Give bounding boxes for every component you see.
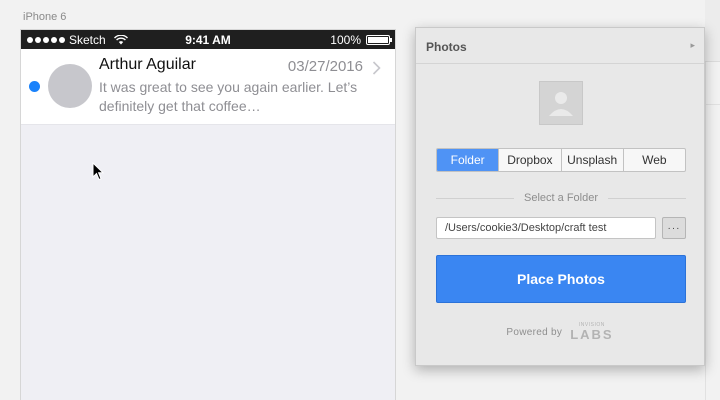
- tab-folder[interactable]: Folder: [437, 149, 500, 171]
- status-bar: Sketch 9:41 AM 100%: [21, 30, 395, 49]
- unread-indicator: [29, 81, 40, 92]
- browse-folder-button[interactable]: ···: [662, 217, 686, 239]
- canvas-guide-bottom: [705, 104, 720, 105]
- status-right: 100%: [330, 33, 392, 47]
- logo-big-text: LABS: [570, 327, 614, 342]
- message-date: 03/27/2016: [287, 58, 363, 75]
- battery-percent: 100%: [330, 33, 361, 47]
- mouse-cursor-icon: [92, 162, 104, 181]
- photos-panel: Photos ▸ Folder Dropbox Unsplash Web Sel…: [415, 27, 705, 366]
- battery-icon: [366, 35, 392, 45]
- tab-unsplash[interactable]: Unsplash: [562, 149, 624, 171]
- panel-expand-arrow-icon[interactable]: ▸: [690, 40, 695, 51]
- place-photos-button[interactable]: Place Photos: [436, 255, 686, 303]
- folder-path-input[interactable]: [436, 217, 656, 239]
- chevron-right-icon: [372, 61, 381, 75]
- avatar: [48, 64, 92, 108]
- iphone-artboard[interactable]: Sketch 9:41 AM 100% Arthur Aguilar 03/27…: [20, 29, 396, 400]
- panel-title: Photos: [426, 40, 467, 54]
- panel-header[interactable]: Photos ▸: [416, 28, 704, 64]
- image-placeholder-icon: [539, 81, 583, 125]
- source-tabs: Folder Dropbox Unsplash Web: [436, 148, 686, 172]
- message-preview: It was great to see you again earlier. L…: [99, 79, 358, 114]
- artboard-label[interactable]: iPhone 6: [23, 11, 66, 23]
- tab-web[interactable]: Web: [624, 149, 685, 171]
- powered-by: Powered by INVISION LABS: [416, 323, 704, 342]
- tab-dropbox[interactable]: Dropbox: [499, 149, 562, 171]
- invision-labs-logo: INVISION LABS: [570, 323, 614, 342]
- powered-by-text: Powered by: [506, 326, 563, 338]
- select-folder-section: Select a Folder: [436, 191, 687, 205]
- message-sender: Arthur Aguilar: [99, 56, 196, 73]
- battery-fill: [368, 37, 388, 43]
- divider: [436, 197, 515, 199]
- message-row[interactable]: Arthur Aguilar 03/27/2016 It was great t…: [21, 49, 395, 125]
- section-label: Select a Folder: [524, 192, 598, 204]
- canvas-guide-top: [705, 0, 720, 62]
- divider: [608, 197, 687, 199]
